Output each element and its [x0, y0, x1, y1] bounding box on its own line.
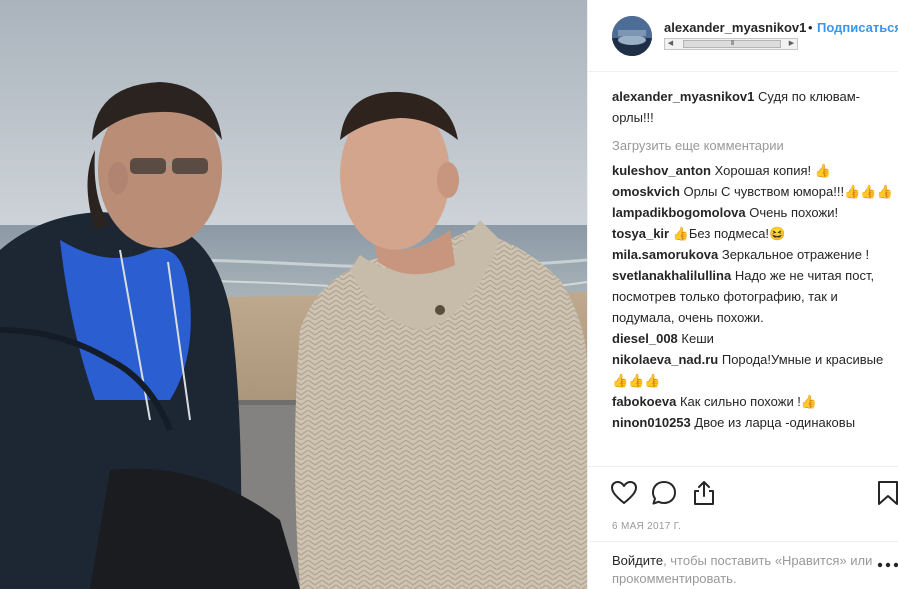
comment-username[interactable]: svetlanakhalilullina [612, 268, 731, 283]
avatar-image [612, 16, 652, 56]
comment-text: Кеши [681, 331, 714, 346]
comment-username[interactable]: kuleshov_anton [612, 163, 711, 178]
comment-text: 👍Без подмеса!😆 [672, 226, 786, 241]
comment-username[interactable]: tosya_kir [612, 226, 669, 241]
comment-item: ninon010253 Двое из ларца -одинаковы [612, 412, 894, 433]
separator-dot: • [808, 20, 813, 35]
horizontal-scrollbar[interactable]: ◀ III ▶ [664, 38, 798, 50]
comment-icon[interactable] [650, 479, 678, 507]
avatar[interactable] [612, 16, 652, 56]
comment-username[interactable]: ninon010253 [612, 415, 691, 430]
login-link[interactable]: Войдите [612, 553, 663, 568]
bookmark-icon[interactable] [876, 479, 898, 507]
comment-item: diesel_008 Кеши [612, 328, 894, 349]
post-actions: 6 МАЯ 2017 Г. Войдите, чтобы поставить «… [588, 466, 898, 586]
post-header: alexander_myasnikov1 • Подписаться ◀ III… [588, 0, 898, 72]
photo-scene [0, 0, 587, 589]
heart-icon[interactable] [610, 479, 638, 507]
more-dots-icon[interactable] [877, 560, 898, 570]
follow-button[interactable]: Подписаться [817, 20, 898, 35]
comment-text: Зеркальное отражение ! [721, 247, 870, 262]
comment-username[interactable]: nikolaeva_nad.ru [612, 352, 718, 367]
comment-item: kuleshov_anton Хорошая копия! 👍 [612, 160, 894, 181]
comment-item: nikolaeva_nad.ru Порода!Умные и красивые… [612, 349, 894, 391]
comment-item: omoskvich Орлы С чувством юмора!!!👍👍👍 [612, 181, 894, 202]
header-username[interactable]: alexander_myasnikov1 [664, 20, 806, 35]
post-caption: alexander_myasnikov1 Судя по клювам-орлы… [612, 86, 894, 128]
comment-item: lampadikbogomolova Очень похожи! [612, 202, 894, 223]
comment-item: tosya_kir 👍Без подмеса!😆 [612, 223, 894, 244]
comment-text: Хорошая копия! 👍 [714, 163, 831, 178]
post-sidebar: alexander_myasnikov1 • Подписаться ◀ III… [587, 0, 898, 589]
share-icon[interactable] [690, 479, 718, 507]
scroll-thumb[interactable]: III [683, 40, 781, 48]
comment-item: mila.samorukova Зеркальное отражение ! [612, 244, 894, 265]
comment-text: Очень похожи! [749, 205, 839, 220]
scroll-left-arrow-icon[interactable]: ◀ [665, 39, 676, 49]
comment-username[interactable]: fabokoeva [612, 394, 676, 409]
comment-text: Двое из ларца -одинаковы [694, 415, 856, 430]
post-photo[interactable] [0, 0, 587, 589]
scroll-right-arrow-icon[interactable]: ▶ [786, 39, 797, 49]
comments-list: alexander_myasnikov1 Судя по клювам-орлы… [612, 86, 894, 433]
comment-username[interactable]: diesel_008 [612, 331, 678, 346]
comment-item: svetlanakhalilullina Надо же не читая по… [612, 265, 894, 328]
comment-username[interactable]: mila.samorukova [612, 247, 718, 262]
caption-username[interactable]: alexander_myasnikov1 [612, 89, 754, 104]
comment-username[interactable]: omoskvich [612, 184, 680, 199]
comment-item: fabokoeva Как сильно похожи !👍 [612, 391, 894, 412]
comment-username[interactable]: lampadikbogomolova [612, 205, 746, 220]
login-prompt: Войдите, чтобы поставить «Нравится» или … [588, 541, 898, 588]
load-more-comments-button[interactable]: Загрузить еще комментарии [612, 135, 894, 156]
comment-text: Как сильно похожи !👍 [679, 394, 818, 409]
comment-text: Орлы С чувством юмора!!!👍👍👍 [683, 184, 893, 199]
post-date: 6 МАЯ 2017 Г. [612, 521, 682, 532]
